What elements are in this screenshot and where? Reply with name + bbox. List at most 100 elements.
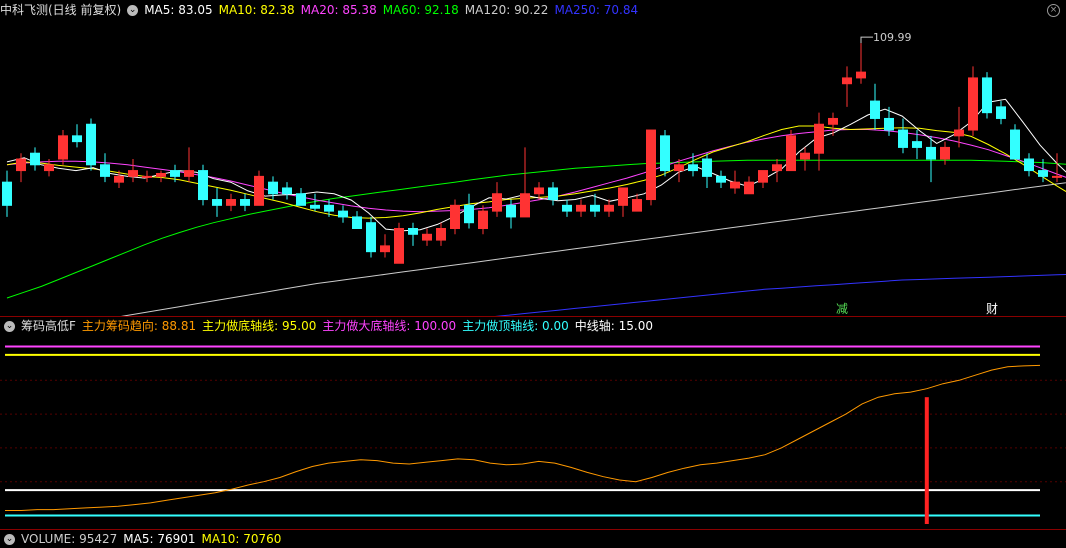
candle-body [590,204,600,212]
candle-body [58,135,68,160]
candle-body [338,210,348,218]
indicator-legend: 主力筹码趋向: 88.81 主力做底轴线: 95.00 主力做大底轴线: 100.0… [82,317,659,335]
candle-body [422,233,432,241]
candle-body [16,158,26,172]
candle-body [576,204,586,212]
candle-body [716,175,726,183]
candle-body [492,193,502,212]
candle-body [744,181,754,195]
high-marker-line [860,36,873,44]
indicator-chart [0,345,1066,524]
candle-body [856,71,866,79]
event-marker-1: 减 [836,302,848,316]
candle-body [786,135,796,172]
candle-body [184,170,194,177]
candle-body [632,199,642,212]
signal-bar [924,397,929,524]
indicator-legend-item-1: 主力做底轴线: 95.00 [202,319,317,333]
ma-line-ma5 [6,98,1066,232]
candle-body [240,199,250,206]
candle-body [926,146,936,160]
candle-body [478,210,488,229]
candle-body [114,175,124,183]
candle-body [758,170,768,183]
candle-body [226,199,236,206]
candle-body [646,129,656,201]
candle-body [674,164,684,172]
candle-body [142,175,152,178]
candle-body [702,158,712,177]
volume-legend: VOLUME: 95427 MA5: 76901 MA10: 70760 [21,530,287,548]
candle-body [800,152,810,160]
candle-body [982,77,992,114]
candle-body [254,175,264,206]
candle-body [562,204,572,212]
candle-body [296,193,306,206]
indicator-legend-item-3: 主力做顶轴线: 0.00 [462,319,569,333]
candle-body [1052,175,1062,178]
candle-body [828,117,838,125]
volume-legend-item-0: VOLUME: 95427 [21,532,118,546]
candle-body [100,164,110,177]
candle-body [506,204,516,218]
candle-body [268,181,278,195]
indicator-legend-item-0: 主力筹码趋向: 88.81 [81,319,197,333]
candle-body [44,164,54,172]
candle-body [394,228,404,264]
candle-body [310,204,320,209]
candle-body [660,135,670,172]
volume-header: ⌄ VOLUME: 95427 MA5: 76901 MA10: 70760 [0,530,293,548]
candle-body [1024,158,1034,172]
candle-body [940,146,950,160]
candle-body [688,164,698,172]
candle-body [814,123,824,154]
candle-body [324,204,334,212]
candle-body [1038,170,1048,177]
candle-body [30,152,40,166]
candle-body [72,135,82,143]
candle-body [1010,129,1020,160]
indicator-header: ⌄ 筹码高低F 主力筹码趋向: 88.81 主力做底轴线: 95.00 主力做大底轴… [0,317,665,335]
candle-body [968,77,978,131]
candle-body [2,181,12,206]
candle-body [156,172,166,177]
ma-line-ma60 [6,159,1066,299]
candle-body [450,204,460,229]
candle-body [842,77,852,85]
indicator-legend-item-4: 中线轴: 15.00 [574,319,653,333]
candle-body [548,187,558,201]
candle-body [996,106,1006,119]
volume-legend-item-2: MA10: 70760 [201,532,282,546]
candle-body [352,216,362,230]
candlestick-chart: 109.9975.56减财 [2,31,1066,316]
candle-body [954,129,964,137]
candle-body [282,187,292,195]
candle-body [912,141,922,148]
candle-body [198,170,208,201]
candle-body [408,228,418,235]
candle-body [870,100,880,119]
indicator-legend-item-2: 主力做大底轴线: 100.00 [322,319,457,333]
candle-body [212,199,222,206]
candle-body [772,164,782,172]
indicator-menu-icon[interactable]: ⌄ [4,320,15,332]
candle-body [170,170,180,177]
candle-body [618,187,628,206]
event-marker-2: 财 [986,302,998,316]
candle-body [86,123,96,166]
candle-body [730,181,740,189]
candle-body [128,170,138,177]
candle-body [366,222,376,253]
candle-body [436,228,446,241]
candle-body [520,193,530,218]
candle-body [534,187,544,195]
candle-body [380,245,390,253]
volume-menu-icon[interactable]: ⌄ [4,533,15,545]
candle-body [898,129,908,148]
candle-body [464,204,474,224]
candle-body [604,204,614,212]
indicator-name: 筹码高低F [21,319,76,333]
high-price-label: 109.99 [873,31,912,44]
chip-trend-line [5,364,1041,511]
volume-legend-item-1: MA5: 76901 [123,532,196,546]
